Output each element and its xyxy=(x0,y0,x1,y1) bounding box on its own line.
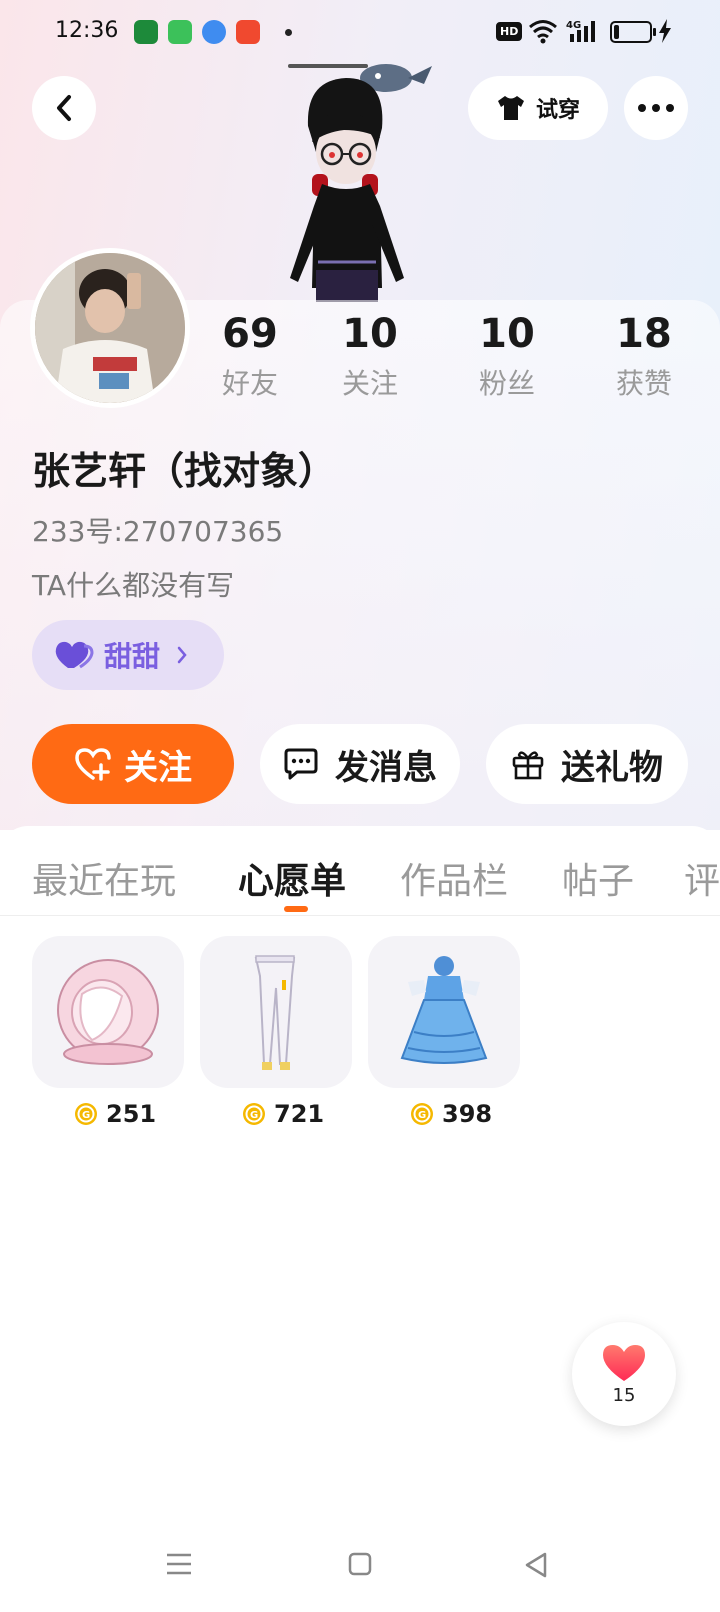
stat-value: 69 xyxy=(222,311,278,357)
app-green-icon xyxy=(168,20,192,44)
tab-works[interactable]: 作品栏 xyxy=(400,852,508,904)
stat-value: 18 xyxy=(616,311,672,357)
charging-icon xyxy=(658,19,672,47)
avatar-character[interactable] xyxy=(268,56,458,302)
wishlist-item-helmet[interactable] xyxy=(32,936,184,1088)
menu-icon xyxy=(167,1553,191,1575)
chevron-right-icon xyxy=(177,646,187,664)
active-tab-indicator xyxy=(284,906,308,912)
stat-value: 10 xyxy=(479,311,535,357)
app-blue-icon xyxy=(202,20,226,44)
stat-label: 获赞 xyxy=(615,367,672,400)
home-square-icon xyxy=(348,1552,372,1576)
price-value: 251 xyxy=(106,1100,157,1128)
stat-followers[interactable]: 10 粉丝 xyxy=(447,310,567,402)
tab-reviews[interactable]: 评 xyxy=(684,852,720,904)
wishlist-item-pants[interactable] xyxy=(200,936,352,1088)
follow-label: 关注 xyxy=(124,747,192,788)
more-button[interactable] xyxy=(624,76,688,140)
nav-home-button[interactable] xyxy=(348,1552,372,1580)
status-time: 12:36 xyxy=(55,18,119,43)
message-label: 发消息 xyxy=(335,747,437,788)
stat-label: 粉丝 xyxy=(478,367,535,400)
coin-icon: G xyxy=(243,1103,265,1125)
wishlist-price: G 251 xyxy=(74,1098,156,1130)
like-button[interactable]: 15 xyxy=(572,1322,676,1426)
send-gift-button[interactable]: 送礼物 xyxy=(486,724,688,804)
stat-value: 10 xyxy=(342,311,398,357)
tab-recently-played[interactable]: 最近在玩 xyxy=(32,852,176,904)
wishlist-price: G 398 xyxy=(410,1098,492,1130)
app-store-icon xyxy=(134,20,158,44)
sweet-tag-label: 甜甜 xyxy=(104,640,161,673)
more-icon xyxy=(638,104,646,112)
gift-icon xyxy=(512,751,544,780)
price-value: 398 xyxy=(442,1100,493,1128)
back-button[interactable] xyxy=(32,76,96,140)
stat-friends[interactable]: 69 好友 xyxy=(190,310,310,402)
heart-icon xyxy=(55,641,94,669)
stat-following[interactable]: 10 关注 xyxy=(310,310,430,402)
tshirt-icon xyxy=(497,96,524,120)
svg-text:4G: 4G xyxy=(566,20,581,31)
nav-menu-button[interactable] xyxy=(166,1552,192,1580)
heart-icon xyxy=(603,1344,645,1381)
nav-back-button[interactable] xyxy=(524,1552,548,1582)
coin-icon: G xyxy=(411,1103,433,1125)
tab-wishlist[interactable]: 心愿单 xyxy=(238,852,346,904)
try-on-label: 试穿 xyxy=(535,98,580,123)
signal-icon: 4G xyxy=(566,18,602,48)
wishlist-item-dress[interactable] xyxy=(368,936,520,1088)
gift-label: 送礼物 xyxy=(561,747,663,788)
stat-label: 好友 xyxy=(221,367,278,400)
coin-icon: G xyxy=(75,1103,97,1125)
tab-posts[interactable]: 帖子 xyxy=(562,852,634,904)
wishlist-price: G 721 xyxy=(242,1098,324,1130)
status-bar: 12:36 HD 4G xyxy=(0,0,720,64)
back-triangle-icon xyxy=(525,1552,547,1578)
user-bio: TA什么都没有写 xyxy=(32,569,235,602)
svg-text:G: G xyxy=(418,1110,426,1121)
user-id[interactable]: 233号:270707365 xyxy=(32,510,283,550)
stat-label: 关注 xyxy=(341,367,398,400)
chat-bubble-icon xyxy=(284,748,318,780)
try-on-button[interactable]: 试穿 xyxy=(468,76,608,140)
notification-dot-icon xyxy=(285,29,292,36)
price-value: 721 xyxy=(274,1100,325,1128)
user-name: 张艺轩（找对象） xyxy=(32,449,337,493)
like-count: 15 xyxy=(612,1384,636,1406)
heart-plus-icon xyxy=(75,748,111,781)
svg-text:G: G xyxy=(82,1110,90,1121)
battery-icon xyxy=(610,21,656,43)
wifi-icon xyxy=(528,18,558,48)
svg-text:G: G xyxy=(250,1110,258,1121)
app-video-icon xyxy=(236,20,260,44)
user-avatar[interactable] xyxy=(30,248,190,408)
stat-likes[interactable]: 18 获赞 xyxy=(584,310,704,402)
follow-button[interactable]: 关注 xyxy=(32,724,234,804)
hd-icon: HD xyxy=(496,22,523,41)
sweet-tag-button[interactable]: 甜甜 xyxy=(32,620,224,690)
message-button[interactable]: 发消息 xyxy=(260,724,460,804)
back-icon xyxy=(57,95,71,121)
